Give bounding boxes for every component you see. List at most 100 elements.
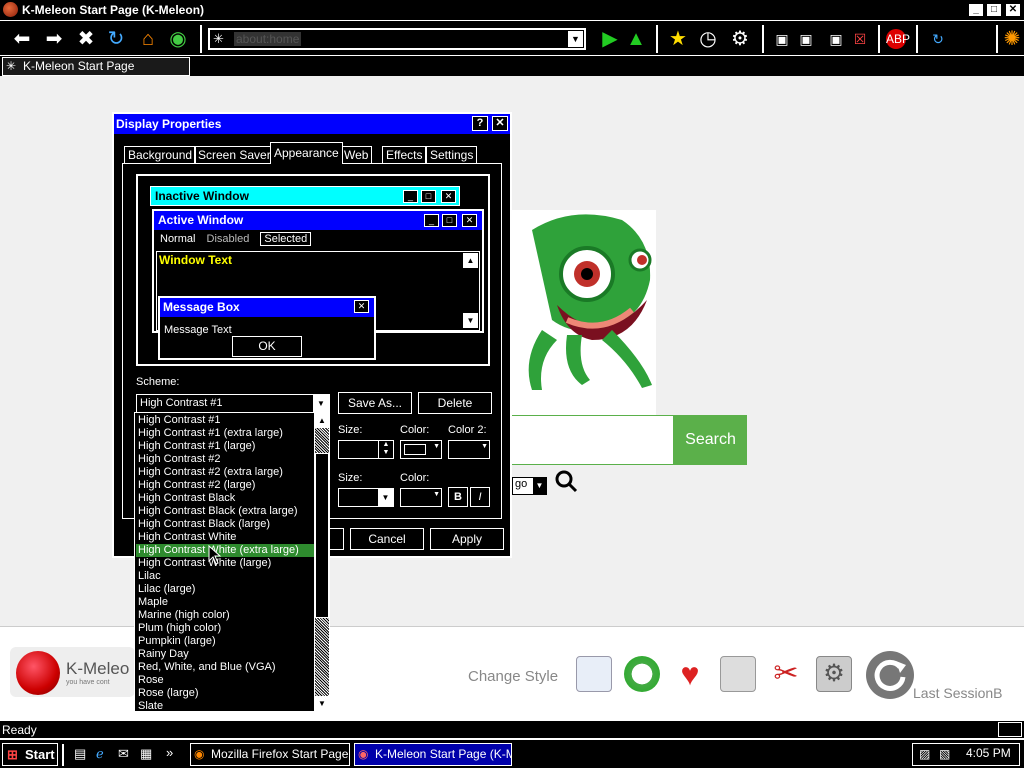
url-bar[interactable]: ✳ about:home ▼	[208, 28, 586, 50]
new-page-icon[interactable]	[576, 656, 612, 692]
tab-web[interactable]: Web	[340, 146, 373, 164]
globe-icon[interactable]: ◉	[166, 27, 190, 51]
search-engine-select[interactable]: go ▼	[512, 477, 547, 495]
network-icon[interactable]: ▨	[919, 747, 930, 761]
quicklaunch-icon-3[interactable]: ✉	[118, 746, 129, 762]
magnifier-icon[interactable]	[554, 469, 578, 493]
reload-icon[interactable]: ↻	[104, 27, 128, 51]
chameleon-image	[512, 210, 656, 415]
delete-button[interactable]: Delete	[418, 392, 492, 414]
scheme-list-item[interactable]: High Contrast White (large)	[136, 557, 314, 570]
download-icon[interactable]	[720, 656, 756, 692]
font-color-picker[interactable]: ▼	[400, 488, 442, 507]
window-titlebar: K-Meleon Start Page (K-Meleon) _ □ ✕	[0, 0, 1024, 20]
scroll-up-icon[interactable]: ▲	[315, 413, 329, 428]
chevron-down-icon[interactable]: ▼	[313, 395, 329, 412]
sync-icon[interactable]: ↻	[926, 27, 950, 51]
last-session-reload-icon[interactable]	[866, 651, 914, 699]
scheme-select[interactable]: High Contrast #1 ▼	[136, 394, 330, 413]
change-style-link[interactable]: Change Style	[468, 668, 558, 685]
favorites-heart-icon[interactable]: ♥	[672, 656, 708, 692]
search-button[interactable]: Search	[674, 415, 747, 465]
scheme-list-item[interactable]: High Contrast #2 (extra large)	[136, 466, 314, 479]
forward-arrow-icon[interactable]: ➡	[42, 27, 66, 51]
tools-icon[interactable]: ✂	[768, 656, 804, 692]
scheme-list-item[interactable]: Maple	[136, 596, 314, 609]
last-session-link[interactable]: Last SessionB	[913, 685, 1003, 701]
scheme-list-item[interactable]: Lilac (large)	[136, 583, 314, 596]
up-icon[interactable]: ▲	[624, 27, 648, 51]
bookmarks-star-icon[interactable]: ★	[666, 27, 690, 51]
start-button[interactable]: ⊞ Start	[2, 743, 58, 766]
clock[interactable]: 4:05 PM	[966, 746, 1011, 760]
scroll-thumb[interactable]	[315, 453, 329, 618]
scheme-list-item[interactable]: High Contrast #2 (large)	[136, 479, 314, 492]
history-clock-icon[interactable]: ◷	[696, 27, 720, 51]
item-color-picker[interactable]: ▼	[400, 440, 442, 459]
dialog-close-button[interactable]: ✕	[492, 116, 508, 131]
quicklaunch-ie-icon[interactable]: ℯ	[96, 746, 104, 762]
scroll-down-icon[interactable]: ▼	[315, 696, 329, 711]
scheme-list-item[interactable]: High Contrast White	[136, 531, 314, 544]
save-as-button[interactable]: Save As...	[338, 392, 412, 414]
scheme-list-item[interactable]: Red, White, and Blue (VGA)	[136, 661, 314, 674]
scheme-list-item[interactable]: High Contrast #1 (extra large)	[136, 427, 314, 440]
scheme-list-item[interactable]: High Contrast White (extra large)	[136, 544, 314, 557]
volume-icon[interactable]: ▧	[939, 747, 950, 761]
scheme-list-item[interactable]: Lilac	[136, 570, 314, 583]
minimize-button[interactable]: _	[968, 3, 984, 17]
url-dropdown-button[interactable]: ▼	[568, 31, 583, 47]
font-size-select[interactable]: ▼	[338, 488, 394, 507]
maximize-button[interactable]: □	[986, 3, 1002, 17]
tab-kmeleon-start[interactable]: ✳ K-Meleon Start Page	[2, 57, 190, 76]
quicklaunch-icon-4[interactable]: ▦	[140, 746, 152, 762]
tab-screen-saver[interactable]: Screen Saver	[194, 146, 275, 164]
scheme-list-item[interactable]: High Contrast Black	[136, 492, 314, 505]
scheme-list-item[interactable]: High Contrast #1	[136, 414, 314, 427]
item-color2-picker[interactable]: ▼	[448, 440, 490, 459]
bold-button[interactable]: B	[448, 487, 468, 507]
cancel-button[interactable]: Cancel	[350, 528, 424, 550]
scheme-list-item[interactable]: Plum (high color)	[136, 622, 314, 635]
home-icon[interactable]: ⌂	[136, 27, 160, 51]
scheme-list-item[interactable]: High Contrast #1 (large)	[136, 440, 314, 453]
quicklaunch-more-icon[interactable]: »	[166, 745, 173, 760]
italic-button[interactable]: I	[470, 487, 490, 507]
scheme-list-item[interactable]: Pumpkin (large)	[136, 635, 314, 648]
task-firefox[interactable]: ◉ Mozilla Firefox Start Page -...	[190, 743, 350, 766]
settings-gear-icon[interactable]: ⚙	[728, 27, 752, 51]
go-icon[interactable]: ▶	[598, 27, 622, 51]
scheme-list-item[interactable]: High Contrast Black (large)	[136, 518, 314, 531]
quicklaunch-icon-1[interactable]: ▤	[74, 746, 86, 762]
history-clock-icon[interactable]	[624, 656, 660, 692]
help-button[interactable]: ?	[472, 116, 488, 131]
close-window-icon[interactable]: ☒	[848, 27, 872, 51]
stop-icon[interactable]: ✖	[74, 27, 98, 51]
scheme-list-item[interactable]: High Contrast Black (extra large)	[136, 505, 314, 518]
scheme-list-item[interactable]: Slate	[136, 700, 314, 713]
window-icon-2[interactable]: ▣	[794, 27, 818, 51]
scheme-dropdown-list[interactable]: High Contrast #1 High Contrast #1 (extra …	[134, 412, 330, 712]
spinner-icon[interactable]: ▲ ▼	[378, 441, 393, 458]
scheme-list-item[interactable]: Rose (large)	[136, 687, 314, 700]
window-icon-1[interactable]: ▣	[770, 27, 794, 51]
tab-background[interactable]: Background	[124, 146, 197, 164]
list-scrollbar[interactable]: ▲ ▼	[314, 413, 329, 711]
item-size-field[interactable]: ▲ ▼	[338, 440, 394, 459]
search-input[interactable]	[512, 415, 674, 465]
back-arrow-icon[interactable]: ⬅	[10, 27, 34, 51]
scheme-list-item[interactable]: Rainy Day	[136, 648, 314, 661]
scheme-list-item[interactable]: High Contrast #2	[136, 453, 314, 466]
tab-effects[interactable]: Effects	[382, 146, 427, 164]
tab-settings[interactable]: Settings	[426, 146, 478, 164]
close-button[interactable]: ✕	[1005, 3, 1021, 17]
task-kmeleon[interactable]: ◉ K-Meleon Start Page (K-M...	[354, 743, 512, 766]
tab-appearance[interactable]: Appearance	[270, 142, 343, 164]
scheme-list-item[interactable]: Rose	[136, 674, 314, 687]
appearance-preview[interactable]: Inactive Window _ □ ✕ Active Window _ □ …	[136, 174, 490, 366]
apply-button[interactable]: Apply	[430, 528, 504, 550]
settings-gear-icon[interactable]: ⚙	[816, 656, 852, 692]
new-window-icon[interactable]: ▣	[824, 27, 848, 51]
scheme-list-item[interactable]: Marine (high color)	[136, 609, 314, 622]
adblock-icon[interactable]: ABP	[886, 29, 910, 49]
